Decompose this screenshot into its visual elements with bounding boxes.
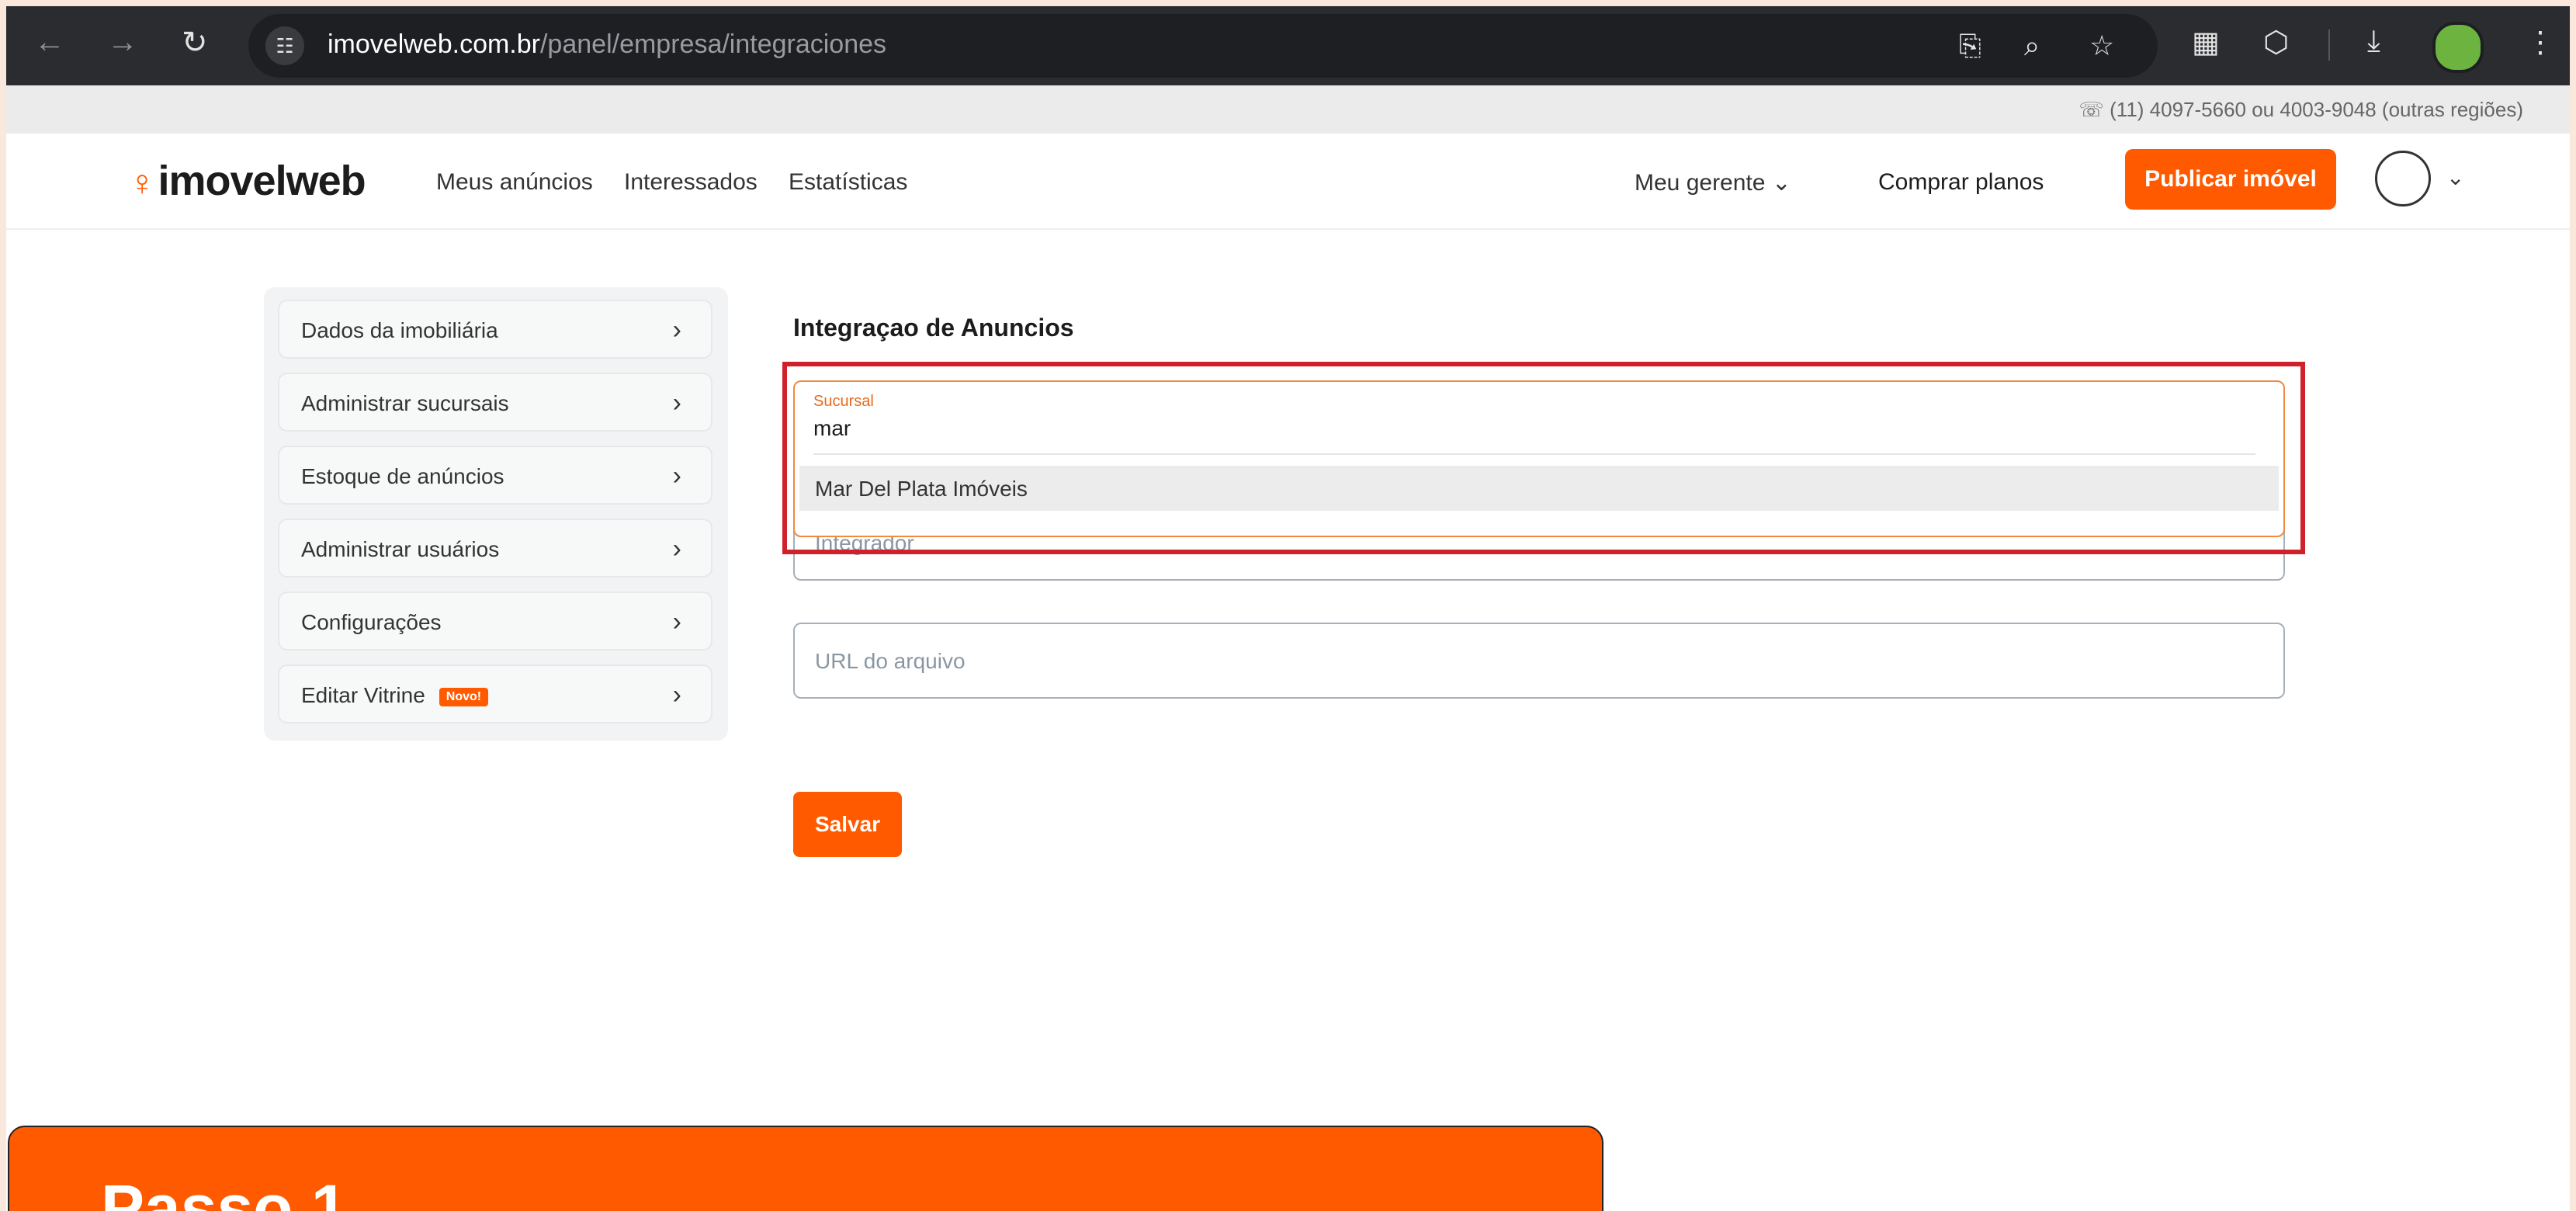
chevron-right-icon: › <box>672 461 681 491</box>
sidebar-item-estoque[interactable]: Estoque de anúncios › <box>278 446 712 505</box>
translate-icon[interactable]: ⎘ <box>1959 29 1981 63</box>
page-title: Integraçao de Anuncios <box>793 314 1074 342</box>
sidebar-item-vitrine[interactable]: Editar Vitrine Novo! › <box>278 664 712 723</box>
logo[interactable]: ♀imovelweb <box>129 157 366 205</box>
sidebar-item-label: Editar Vitrine <box>301 683 425 707</box>
sidebar-item-label: Estoque de anúncios <box>301 464 504 488</box>
sidebar-item-label: Configurações <box>301 610 442 634</box>
info-bar: ☏ (11) 4097-5660 ou 4003-9048 (outras re… <box>6 85 2570 134</box>
site-header: ♀imovelweb Meus anúncios Interessados Es… <box>6 134 2570 230</box>
new-badge: Novo! <box>439 688 489 706</box>
settings-sidebar: Dados da imobiliária › Administrar sucur… <box>264 287 728 741</box>
download-icon[interactable]: ⤓ <box>2367 25 2380 58</box>
nav-meus-anuncios[interactable]: Meus anúncios <box>436 169 593 196</box>
chevron-right-icon: › <box>672 680 681 710</box>
chevron-down-icon: ⌄ <box>1771 170 1791 196</box>
sidebar-item-configuracoes[interactable]: Configurações › <box>278 592 712 651</box>
forward-icon[interactable]: → <box>107 25 138 60</box>
url-text[interactable]: imovelweb.com.br/panel/empresa/integraci… <box>328 29 886 60</box>
browser-window: ← → ↻ ☷ imovelweb.com.br/panel/empresa/i… <box>6 6 2570 1211</box>
step-title: Passo 1 <box>101 1171 348 1211</box>
menu-icon[interactable]: ⋮ <box>2526 25 2555 60</box>
sidebar-item-label: Administrar sucursais <box>301 391 509 415</box>
save-button[interactable]: Salvar <box>793 792 902 857</box>
logo-mark-icon: ♀ <box>129 162 155 203</box>
url-path: /panel/empresa/integraciones <box>539 29 887 59</box>
highlight-box <box>782 362 2305 554</box>
extensions-icon[interactable]: ⬡ <box>2263 25 2289 60</box>
logo-text: imovelweb <box>158 158 366 204</box>
sidebar-item-usuarios[interactable]: Administrar usuários › <box>278 519 712 578</box>
headset-icon: ☏ <box>2078 98 2104 121</box>
sidebar-item-dados[interactable]: Dados da imobiliária › <box>278 300 712 359</box>
profile-icon[interactable] <box>2432 22 2484 73</box>
nav-estatisticas[interactable]: Estatísticas <box>789 169 907 196</box>
address-bar[interactable]: ☷ imovelweb.com.br/panel/empresa/integra… <box>248 14 2158 78</box>
reload-icon[interactable]: ↻ <box>182 25 208 61</box>
back-icon[interactable]: ← <box>34 25 65 60</box>
avatar[interactable] <box>2375 151 2431 206</box>
sidebar-item-label: Dados da imobiliária <box>301 318 498 342</box>
chevron-right-icon: › <box>672 607 681 637</box>
sidebar-item-sucursais[interactable]: Administrar sucursais › <box>278 373 712 432</box>
sidebar-item-label: Administrar usuários <box>301 537 500 561</box>
toolbar-separator <box>2328 29 2330 61</box>
meu-gerente-label: Meu gerente <box>1635 170 1766 196</box>
url-field[interactable]: URL do arquivo <box>793 623 2285 699</box>
browser-toolbar: ← → ↻ ☷ imovelweb.com.br/panel/empresa/i… <box>6 6 2570 85</box>
publicar-imovel-button[interactable]: Publicar imóvel <box>2125 149 2336 210</box>
support-phone-text: (11) 4097-5660 ou 4003-9048 (outras regi… <box>2110 98 2523 121</box>
nav-interessados[interactable]: Interessados <box>624 169 758 196</box>
chevron-right-icon: › <box>672 315 681 345</box>
url-placeholder: URL do arquivo <box>815 649 966 673</box>
chevron-right-icon: › <box>672 534 681 564</box>
step-banner: Passo 1 <box>8 1126 1603 1211</box>
meu-gerente-menu[interactable]: Meu gerente ⌄ <box>1635 169 1791 196</box>
chevron-right-icon: › <box>672 388 681 418</box>
sidebar-item-label-wrap: Editar Vitrine Novo! <box>301 683 489 708</box>
url-host: imovelweb.com.br <box>328 29 540 59</box>
tune-icon[interactable]: ☷ <box>265 26 304 65</box>
zoom-out-icon[interactable]: ⌕ <box>2024 29 2040 63</box>
comprar-planos-link[interactable]: Comprar planos <box>1878 169 2044 196</box>
qr-code-icon[interactable]: ▦ <box>2192 25 2220 60</box>
support-phone: ☏ (11) 4097-5660 ou 4003-9048 (outras re… <box>2078 98 2523 122</box>
chevron-down-icon[interactable]: ⌄ <box>2446 165 2464 190</box>
star-icon[interactable]: ☆ <box>2089 29 2114 62</box>
